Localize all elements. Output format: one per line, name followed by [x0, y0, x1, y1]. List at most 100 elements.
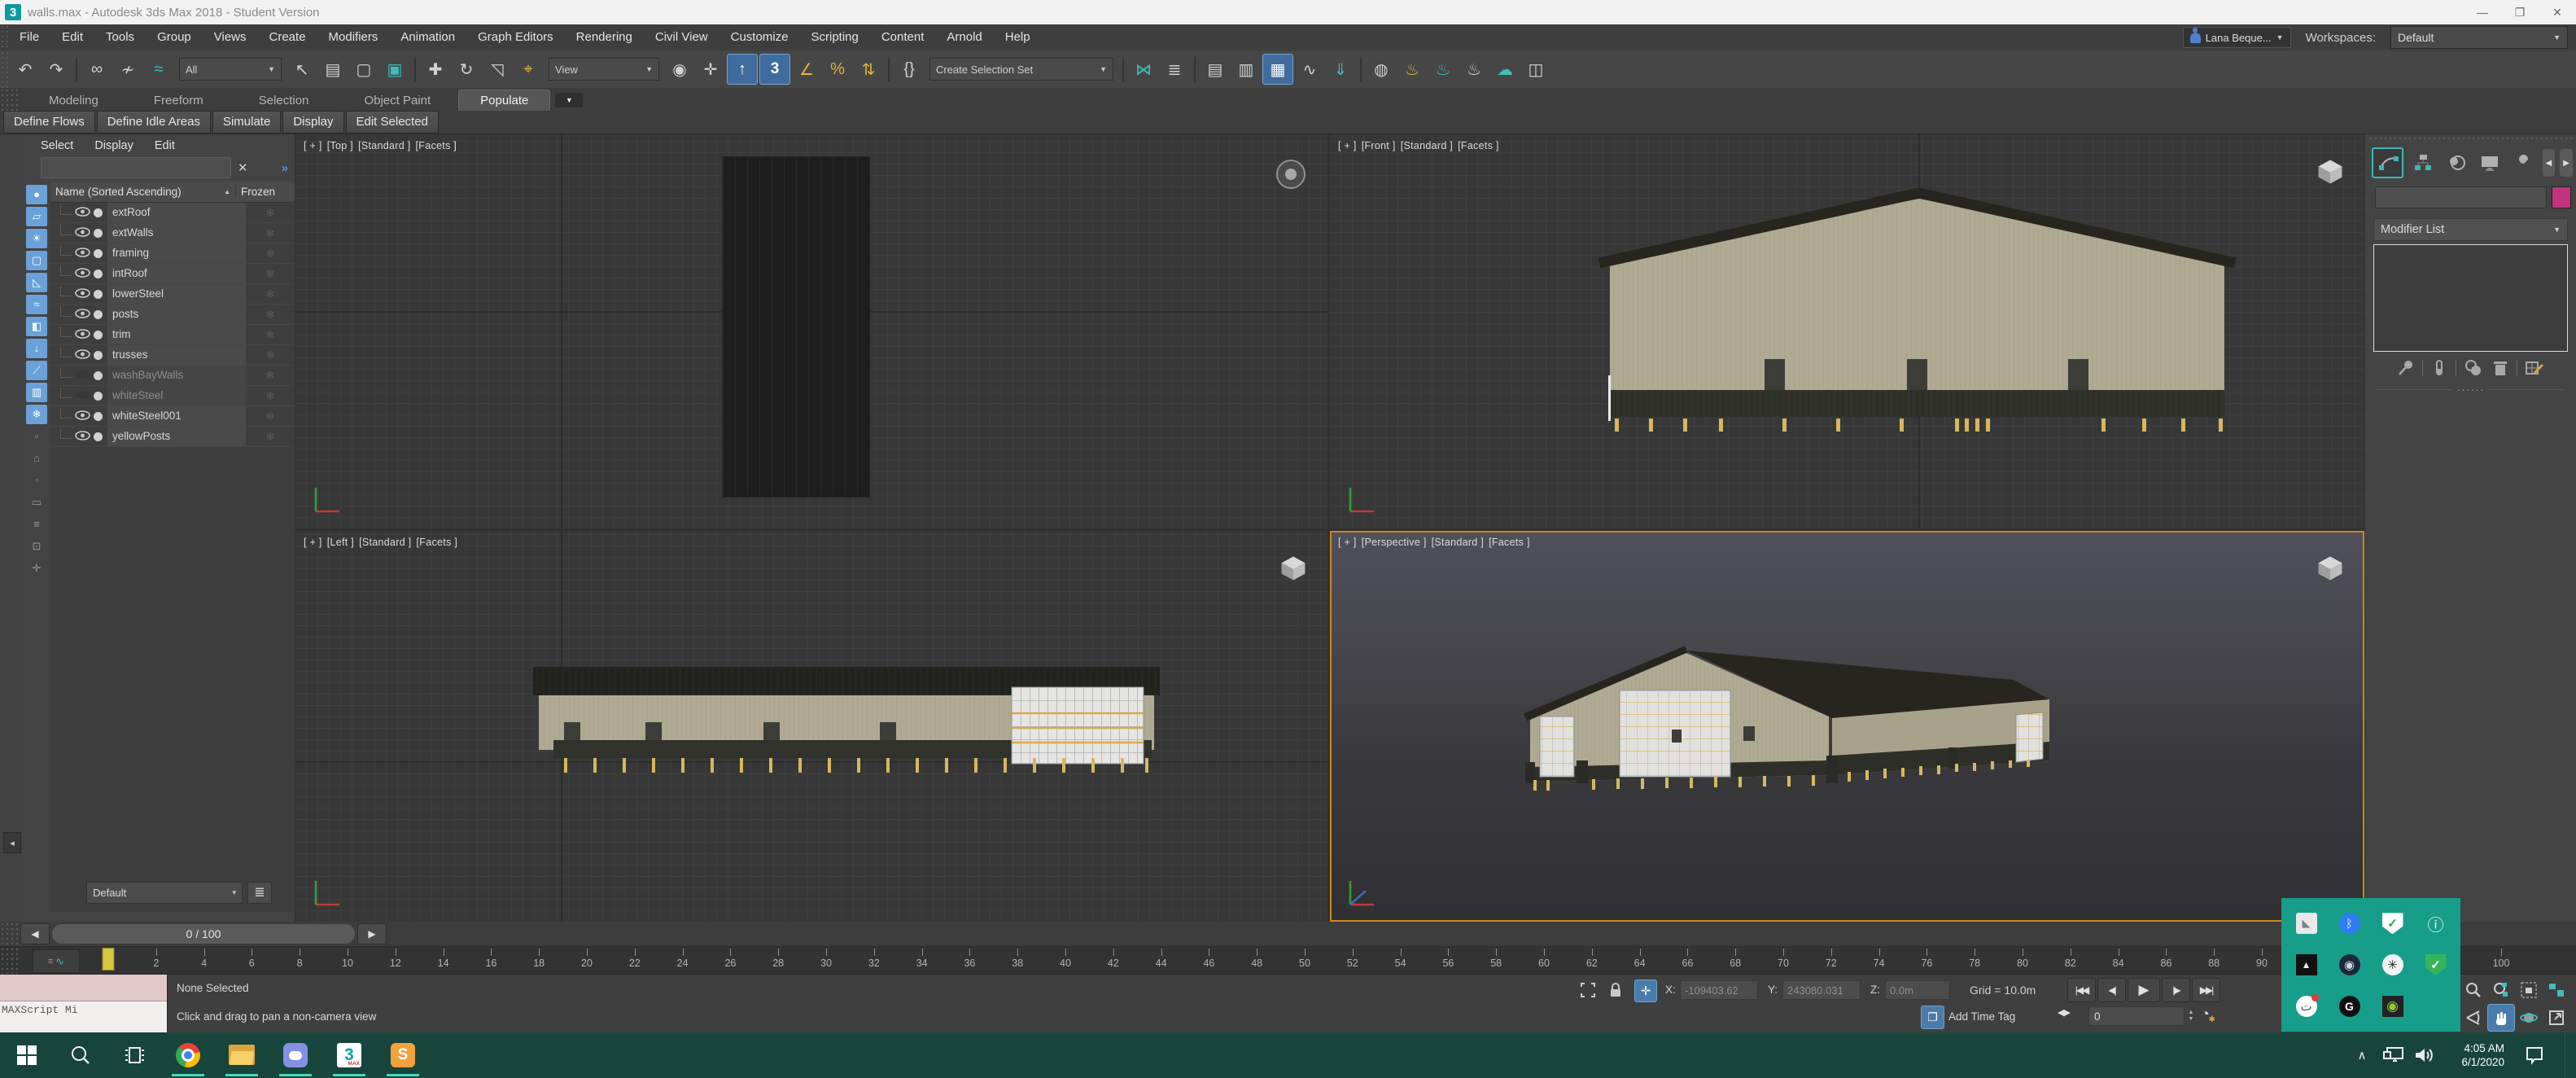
menu-help[interactable]: Help: [994, 24, 1042, 50]
speaker-icon[interactable]: [2413, 1045, 2436, 1065]
edit-named-selection-sets-button[interactable]: {}: [894, 55, 924, 84]
selectable-dot-icon[interactable]: [94, 229, 103, 238]
select-and-move-button[interactable]: ✚: [421, 55, 450, 84]
viewport-perspective-label-seg-3[interactable]: [Facets ]: [1489, 537, 1530, 548]
render-gallery-button[interactable]: ◫: [1521, 55, 1550, 84]
selectable-dot-icon[interactable]: [94, 290, 103, 299]
selectable-dot-icon[interactable]: [94, 432, 103, 441]
ribbon-button-edit-selected[interactable]: Edit Selected: [346, 111, 439, 134]
visibility-eye-icon[interactable]: [75, 410, 90, 423]
selectable-dot-icon[interactable]: [94, 208, 103, 217]
menu-tools[interactable]: Tools: [94, 24, 146, 50]
isolate-selection-toggle[interactable]: [1577, 979, 1599, 1001]
zoom-extents-all-button[interactable]: [2543, 976, 2570, 1004]
reference-coordinate-system-dropdown[interactable]: View▼: [549, 58, 659, 81]
menu-file[interactable]: File: [8, 24, 50, 50]
taskbar-clock[interactable]: 4:05 AM 6/1/2020: [2444, 1041, 2504, 1069]
viewport-left-label-seg-3[interactable]: [Facets ]: [417, 537, 458, 548]
go-to-end-button[interactable]: ▶▶|: [2192, 978, 2220, 1002]
configure-modifier-sets-icon[interactable]: [2524, 358, 2545, 378]
filter-shapes-icon[interactable]: ▱: [26, 207, 47, 226]
listener-pane[interactable]: MAXScript Mi: [0, 1001, 167, 1033]
visibility-eye-icon[interactable]: [75, 390, 90, 402]
add-time-tag-label[interactable]: Add Time Tag: [1948, 1010, 2015, 1023]
menu-content[interactable]: Content: [870, 24, 936, 50]
steelseries-icon[interactable]: ✳: [2382, 954, 2403, 975]
viewcube-icon[interactable]: [1277, 552, 1310, 585]
select-and-scale-button[interactable]: ◹: [483, 55, 512, 84]
viewport-left-label-seg-2[interactable]: [Standard ]: [359, 537, 411, 548]
current-frame-field[interactable]: 0: [2088, 1006, 2185, 1026]
rectangular-selection-region-button[interactable]: ▢: [349, 55, 378, 84]
task-view-button[interactable]: [107, 1032, 161, 1078]
y-coord-field[interactable]: 243080.031: [1782, 980, 1861, 1000]
logitech-g-icon[interactable]: G: [2339, 996, 2360, 1017]
viewcube-icon[interactable]: [2314, 552, 2346, 585]
frame-spinner[interactable]: ▲▼: [2186, 1006, 2196, 1026]
ribbon-button-display[interactable]: Display: [282, 111, 343, 134]
list-item[interactable]: framing❄: [50, 243, 295, 264]
ribbon-button-define-idle-areas[interactable]: Define Idle Areas: [97, 111, 211, 134]
frozen-snowflake-icon[interactable]: ❄: [246, 267, 295, 281]
panel-scroll-left-button[interactable]: ◀: [2543, 149, 2556, 177]
filter-bones-icon[interactable]: ⟋: [26, 361, 47, 380]
frozen-snowflake-icon[interactable]: ❄: [246, 226, 295, 240]
tab-modify[interactable]: [2372, 147, 2403, 178]
list-header[interactable]: Name (Sorted Ascending) ▲ Frozen: [50, 182, 295, 203]
select-and-manipulate-button[interactable]: ✛: [696, 55, 725, 84]
frozen-snowflake-icon[interactable]: ❄: [246, 410, 295, 423]
filter-xrefs-icon[interactable]: ↓: [26, 339, 47, 358]
filter-frozen-icon[interactable]: ❄: [26, 405, 47, 424]
taskbar-search-button[interactable]: [54, 1032, 107, 1078]
list-item[interactable]: yellowPosts❄: [50, 427, 295, 447]
taskbar-app-file-explorer[interactable]: [215, 1032, 269, 1078]
corsair-icon[interactable]: ▲: [2296, 954, 2317, 975]
explorer-tool-6-icon[interactable]: ⊡: [26, 537, 47, 556]
zoom-extents-button[interactable]: [2515, 976, 2543, 1004]
object-name[interactable]: extWalls: [107, 223, 246, 243]
add-time-tag-icon[interactable]: ❐: [1921, 1006, 1944, 1029]
previous-frame-button[interactable]: ◀|: [2097, 978, 2126, 1002]
viewport-top-label-seg-0[interactable]: [ + ]: [304, 140, 322, 151]
viewport-front-label-seg-2[interactable]: [Standard ]: [1401, 140, 1453, 151]
viewport-front-label-seg-1[interactable]: [Front ]: [1362, 140, 1396, 151]
antivirus-shield-icon[interactable]: ✓: [2425, 954, 2447, 975]
pin-stack-icon[interactable]: [2396, 358, 2416, 378]
menu-create[interactable]: Create: [258, 24, 317, 50]
play-animation-button[interactable]: ▶: [2128, 978, 2160, 1002]
undo-button[interactable]: ↶: [11, 55, 40, 84]
z-coord-field[interactable]: 0.0m: [1885, 980, 1950, 1000]
previous-frame-arrow[interactable]: ◀: [20, 923, 50, 944]
visibility-eye-icon[interactable]: [75, 248, 90, 260]
object-name[interactable]: trusses: [107, 345, 246, 365]
menu-group[interactable]: Group: [146, 24, 203, 50]
restore-button[interactable]: ❐: [2501, 0, 2539, 24]
material-editor-button[interactable]: ◍: [1367, 55, 1396, 84]
open-mini-curve-editor-button[interactable]: ≡∿: [33, 949, 80, 973]
autodesk-app-icon[interactable]: ◣: [2296, 913, 2317, 934]
tab-display[interactable]: [2475, 149, 2504, 177]
bluetooth-icon[interactable]: ᛒ: [2339, 913, 2360, 934]
viewport-perspective-label-seg-1[interactable]: [Perspective ]: [1362, 537, 1427, 548]
clear-search-icon[interactable]: ✕: [238, 160, 248, 175]
viewport-front-label-seg-3[interactable]: [Facets ]: [1458, 140, 1499, 151]
list-item[interactable]: extRoof❄: [50, 203, 295, 223]
explorer-tab-display[interactable]: Display: [94, 139, 133, 152]
explorer-tool-3-icon[interactable]: ◦: [26, 471, 47, 490]
taskbar-app-orange-app[interactable]: [376, 1032, 430, 1078]
menu-modifiers[interactable]: Modifiers: [317, 24, 390, 50]
action-center-icon[interactable]: [2524, 1045, 2545, 1066]
visibility-eye-icon[interactable]: [75, 207, 90, 219]
percent-snap-toggle-button[interactable]: %: [823, 55, 852, 84]
selectable-dot-icon[interactable]: [94, 351, 103, 360]
render-setup-button[interactable]: ♨: [1397, 55, 1427, 84]
filter-helpers-icon[interactable]: ◺: [26, 273, 47, 292]
collapse-panel-button[interactable]: ◂: [3, 832, 21, 853]
menu-animation[interactable]: Animation: [389, 24, 466, 50]
frozen-snowflake-icon[interactable]: ❄: [246, 328, 295, 342]
object-name[interactable]: intRoof: [107, 264, 246, 283]
visibility-eye-icon[interactable]: [75, 309, 90, 321]
selection-filter-dropdown[interactable]: All▼: [179, 58, 282, 81]
workspace-dropdown[interactable]: Default ▼: [2390, 26, 2568, 49]
viewport-top-label-seg-2[interactable]: [Standard ]: [358, 140, 410, 151]
